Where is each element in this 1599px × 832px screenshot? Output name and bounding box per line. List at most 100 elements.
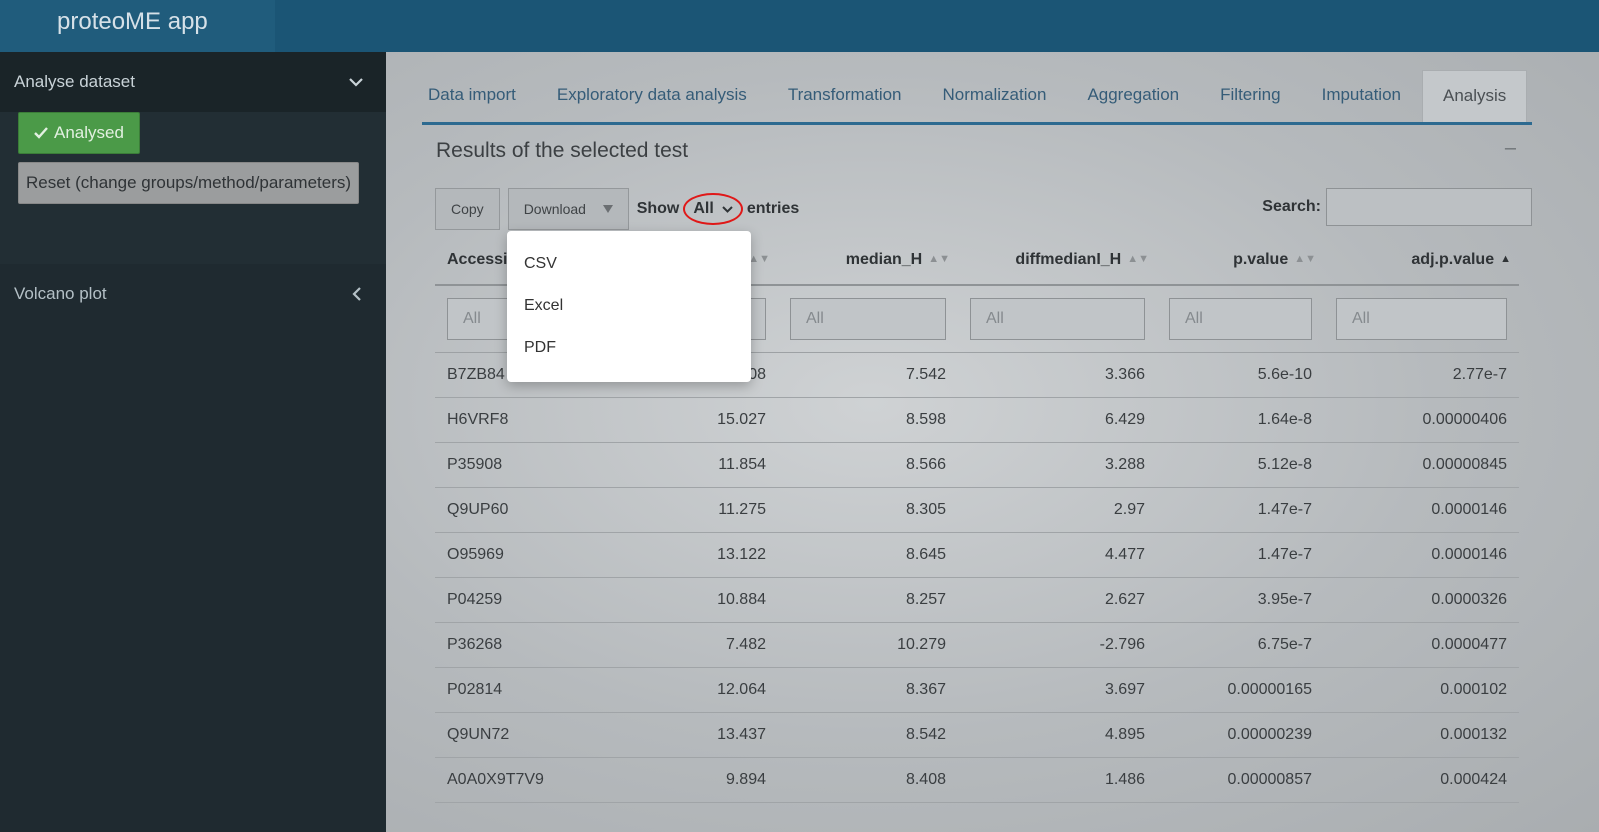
box-title: Results of the selected test	[436, 139, 689, 162]
app-header: proteoME app	[0, 0, 1599, 52]
table-cell: O95969	[435, 532, 615, 578]
tab-exploratory-data-analysis[interactable]: Exploratory data analysis	[537, 70, 767, 122]
app-title[interactable]: proteoME app	[0, 0, 275, 52]
collapse-button[interactable]: –	[1505, 137, 1516, 160]
tab-aggregation[interactable]: Aggregation	[1067, 70, 1199, 122]
sidebar-section-label: Analyse dataset	[14, 72, 135, 91]
table-cell: 12.064	[615, 667, 778, 713]
sort-icon: ▲▼	[1127, 253, 1149, 266]
table-row[interactable]: O95969 13.122 8.645 4.477 1.47e-7 0.0000146	[435, 532, 1519, 578]
filter-input-pvalue[interactable]: All	[1169, 297, 1312, 340]
tab-transformation[interactable]: Transformation	[768, 70, 922, 122]
table-cell: 10.884	[615, 577, 778, 623]
table-cell: 8.542	[778, 712, 958, 758]
table-cell: 15.027	[615, 397, 778, 443]
length-select[interactable]: All	[683, 193, 743, 225]
col-header-pvalue[interactable]: p.value ▲▼	[1157, 235, 1324, 286]
table-cell: 0.0000477	[1324, 622, 1519, 668]
filter-cell: All	[1324, 285, 1519, 353]
search-input[interactable]	[1326, 188, 1532, 226]
menu-item-csv[interactable]: CSV	[507, 243, 751, 285]
table-cell: 7.542	[778, 352, 958, 398]
tab-filtering[interactable]: Filtering	[1200, 70, 1300, 122]
col-header-label: median_H	[845, 250, 923, 268]
table-cell: 1.47e-7	[1157, 532, 1324, 578]
table-cell: 10.279	[778, 622, 958, 668]
reset-button[interactable]: Reset (change groups/method/parameters)	[18, 162, 359, 204]
table-cell: 2.627	[958, 577, 1157, 623]
table-cell: 8.305	[778, 487, 958, 533]
table-cell: H6VRF8	[435, 397, 615, 443]
table-cell: P04259	[435, 577, 615, 623]
download-button[interactable]: Download	[507, 188, 629, 230]
tab-data-import[interactable]: Data import	[408, 70, 536, 122]
table-cell: P35908	[435, 442, 615, 488]
table-cell: 8.367	[778, 667, 958, 713]
table-cell: 0.00000165	[1157, 667, 1324, 713]
table-cell: 7.482	[615, 622, 778, 668]
col-header-median-h[interactable]: median_H ▲▼	[778, 235, 958, 286]
table-cell: 0.000132	[1324, 712, 1519, 758]
table-cell: 4.477	[958, 532, 1157, 578]
table-row[interactable]: Q9UN72 13.437 8.542 4.895 0.00000239 0.000132	[435, 712, 1519, 758]
table-row[interactable]: H6VRF8 15.027 8.598 6.429 1.64e-8 0.00000406	[435, 397, 1519, 443]
table-cell: P02814	[435, 667, 615, 713]
chevron-down-icon	[722, 205, 733, 213]
filter-cell: All	[958, 285, 1157, 353]
table-cell: 2.77e-7	[1324, 352, 1519, 398]
col-header-diffmedian[interactable]: diffmedianI_H ▲▼	[958, 235, 1157, 286]
table-cell: 9.894	[615, 757, 778, 803]
table-cell: 13.437	[615, 712, 778, 758]
table-cell: 5.12e-8	[1157, 442, 1324, 488]
table-cell: 6.75e-7	[1157, 622, 1324, 668]
table-cell: Q9UN72	[435, 712, 615, 758]
table-row[interactable]: P04259 10.884 8.257 2.627 3.95e-7 0.0000326	[435, 577, 1519, 623]
filter-input-diffmedian[interactable]: All	[970, 297, 1145, 340]
sort-icon: ▲▼	[1294, 253, 1316, 266]
table-row[interactable]: P36268 7.482 10.279 -2.796 6.75e-7 0.0000477	[435, 622, 1519, 668]
table-cell: 3.366	[958, 352, 1157, 398]
search-label: Search:	[1262, 198, 1321, 215]
copy-button[interactable]: Copy	[435, 188, 500, 230]
analysed-label: Analysed	[54, 123, 124, 142]
table-row[interactable]: P02814 12.064 8.367 3.697 0.00000165 0.000102	[435, 667, 1519, 713]
tab-analysis[interactable]: Analysis	[1421, 70, 1528, 122]
table-row[interactable]: A0A0X9T7V9 9.894 8.408 1.486 0.00000857 0.000…	[435, 757, 1519, 803]
search-box: Search:	[1262, 188, 1532, 226]
caret-down-icon	[602, 205, 613, 213]
tab-bar: Data import Exploratory data analysis Tr…	[408, 70, 1528, 122]
table-controls: Copy Download Show All entries	[435, 188, 799, 230]
table-cell: 2.97	[958, 487, 1157, 533]
sidebar-item-label: Volcano plot	[14, 284, 107, 303]
sidebar: Analyse dataset Analysed Reset (change g…	[0, 52, 386, 832]
filter-input-median-h[interactable]: All	[790, 297, 946, 340]
table-cell: 5.6e-10	[1157, 352, 1324, 398]
tab-imputation[interactable]: Imputation	[1302, 70, 1421, 122]
menu-item-excel[interactable]: Excel	[507, 285, 751, 327]
analysed-button[interactable]: Analysed	[18, 112, 140, 154]
sidebar-item-volcano-plot[interactable]: Volcano plot	[0, 264, 386, 324]
table-cell: 8.566	[778, 442, 958, 488]
table-row[interactable]: P35908 11.854 8.566 3.288 5.12e-8 0.00000845	[435, 442, 1519, 488]
download-dropdown-menu: CSV Excel PDF	[507, 231, 751, 382]
table-cell: 8.645	[778, 532, 958, 578]
menu-item-pdf[interactable]: PDF	[507, 327, 751, 369]
entries-label: entries	[746, 200, 800, 217]
table-row[interactable]: Q9UP60 11.275 8.305 2.97 1.47e-7 0.0000146	[435, 487, 1519, 533]
tab-normalization[interactable]: Normalization	[923, 70, 1067, 122]
table-cell: 1.47e-7	[1157, 487, 1324, 533]
chevron-down-icon	[349, 78, 363, 87]
col-header-adj-pvalue[interactable]: adj.p.value ▲	[1324, 235, 1519, 286]
sidebar-section-analyse[interactable]: Analyse dataset	[0, 52, 386, 112]
table-cell: 0.0000146	[1324, 487, 1519, 533]
table-cell: -2.796	[958, 622, 1157, 668]
table-cell: 0.00000239	[1157, 712, 1324, 758]
col-header-label: p.value	[1233, 250, 1289, 268]
table-cell: 0.00000406	[1324, 397, 1519, 443]
download-label: Download	[523, 201, 586, 217]
filter-input-adj-pvalue[interactable]: All	[1336, 297, 1507, 340]
col-header-label: diffmedianI_H	[1015, 250, 1122, 268]
col-header-label: adj.p.value	[1411, 250, 1495, 268]
sort-asc-icon: ▲	[1500, 253, 1511, 266]
table-cell: 1.64e-8	[1157, 397, 1324, 443]
